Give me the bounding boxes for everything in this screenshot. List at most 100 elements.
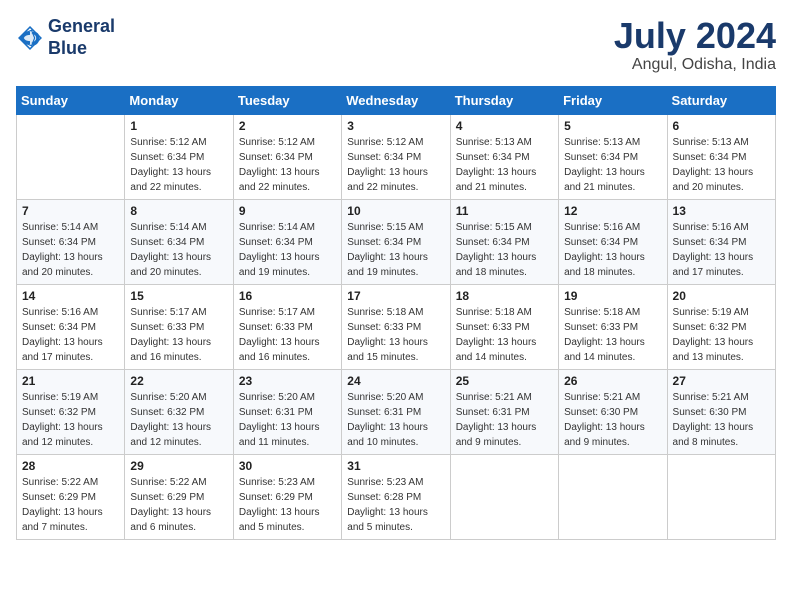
day-info: Sunrise: 5:18 AMSunset: 6:33 PMDaylight:…	[456, 305, 553, 365]
week-row-3: 14 Sunrise: 5:16 AMSunset: 6:34 PMDayligh…	[17, 284, 776, 369]
day-number: 16	[239, 289, 336, 303]
day-number: 8	[130, 204, 227, 218]
calendar-cell: 7 Sunrise: 5:14 AMSunset: 6:34 PMDaylight…	[17, 199, 125, 284]
day-number: 19	[564, 289, 661, 303]
calendar-cell	[17, 114, 125, 199]
day-number: 30	[239, 459, 336, 473]
day-number: 12	[564, 204, 661, 218]
calendar-cell: 16Sunrise: 5:17 AMSunset: 6:33 PMDayligh…	[233, 284, 341, 369]
day-info: Sunrise: 5:16 AMSunset: 6:34 PMDaylight:…	[22, 305, 119, 365]
day-info: Sunrise: 5:13 AMSunset: 6:34 PMDaylight:…	[564, 135, 661, 195]
calendar-cell	[667, 454, 775, 539]
calendar-cell: 29 Sunrise: 5:22 AMSunset: 6:29 PMDayligh…	[125, 454, 233, 539]
day-number: 10	[347, 204, 444, 218]
header-day-saturday: Saturday	[667, 86, 775, 114]
calendar-cell: 11Sunrise: 5:15 AMSunset: 6:34 PMDayligh…	[450, 199, 558, 284]
day-number: 14	[22, 289, 119, 303]
day-info: Sunrise: 5:15 AMSunset: 6:34 PMDaylight:…	[347, 220, 444, 280]
day-info: Sunrise: 5:22 AMSunset: 6:29 PMDaylight:…	[22, 475, 119, 535]
calendar-cell: 13Sunrise: 5:16 AMSunset: 6:34 PMDayligh…	[667, 199, 775, 284]
logo: General Blue	[16, 16, 115, 59]
day-number: 24	[347, 374, 444, 388]
day-number: 20	[673, 289, 770, 303]
day-info: Sunrise: 5:23 AMSunset: 6:29 PMDaylight:…	[239, 475, 336, 535]
calendar-cell: 12 Sunrise: 5:16 AMSunset: 6:34 PMDayligh…	[559, 199, 667, 284]
header-day-thursday: Thursday	[450, 86, 558, 114]
title-block: July 2024 Angul, Odisha, India	[614, 16, 776, 74]
day-info: Sunrise: 5:16 AMSunset: 6:34 PMDaylight:…	[564, 220, 661, 280]
day-number: 3	[347, 119, 444, 133]
day-number: 22	[130, 374, 227, 388]
logo-line2: Blue	[48, 38, 115, 60]
day-info: Sunrise: 5:14 AMSunset: 6:34 PMDaylight:…	[130, 220, 227, 280]
calendar-cell: 30 Sunrise: 5:23 AMSunset: 6:29 PMDayligh…	[233, 454, 341, 539]
day-info: Sunrise: 5:18 AMSunset: 6:33 PMDaylight:…	[564, 305, 661, 365]
day-info: Sunrise: 5:12 AMSunset: 6:34 PMDaylight:…	[347, 135, 444, 195]
calendar-cell: 28 Sunrise: 5:22 AMSunset: 6:29 PMDayligh…	[17, 454, 125, 539]
day-number: 11	[456, 204, 553, 218]
calendar-table: SundayMondayTuesdayWednesdayThursdayFrid…	[16, 86, 776, 540]
calendar-cell: 6 Sunrise: 5:13 AMSunset: 6:34 PMDaylight…	[667, 114, 775, 199]
calendar-cell: 2 Sunrise: 5:12 AMSunset: 6:34 PMDaylight…	[233, 114, 341, 199]
calendar-cell: 3 Sunrise: 5:12 AMSunset: 6:34 PMDaylight…	[342, 114, 450, 199]
page: General Blue July 2024 Angul, Odisha, In…	[0, 0, 792, 612]
day-number: 18	[456, 289, 553, 303]
day-info: Sunrise: 5:12 AMSunset: 6:34 PMDaylight:…	[239, 135, 336, 195]
day-number: 2	[239, 119, 336, 133]
calendar-cell: 1 Sunrise: 5:12 AMSunset: 6:34 PMDaylight…	[125, 114, 233, 199]
calendar-cell: 5 Sunrise: 5:13 AMSunset: 6:34 PMDaylight…	[559, 114, 667, 199]
day-info: Sunrise: 5:20 AMSunset: 6:32 PMDaylight:…	[130, 390, 227, 450]
day-info: Sunrise: 5:14 AMSunset: 6:34 PMDaylight:…	[22, 220, 119, 280]
day-info: Sunrise: 5:12 AMSunset: 6:34 PMDaylight:…	[130, 135, 227, 195]
day-info: Sunrise: 5:19 AMSunset: 6:32 PMDaylight:…	[22, 390, 119, 450]
day-number: 25	[456, 374, 553, 388]
day-number: 5	[564, 119, 661, 133]
logo-icon	[16, 24, 44, 52]
day-info: Sunrise: 5:17 AMSunset: 6:33 PMDaylight:…	[130, 305, 227, 365]
day-info: Sunrise: 5:22 AMSunset: 6:29 PMDaylight:…	[130, 475, 227, 535]
week-row-5: 28 Sunrise: 5:22 AMSunset: 6:29 PMDayligh…	[17, 454, 776, 539]
logo-line1: General	[48, 16, 115, 38]
main-title: July 2024	[614, 16, 776, 56]
day-number: 13	[673, 204, 770, 218]
week-row-1: 1 Sunrise: 5:12 AMSunset: 6:34 PMDaylight…	[17, 114, 776, 199]
day-number: 4	[456, 119, 553, 133]
calendar-cell: 25Sunrise: 5:21 AMSunset: 6:31 PMDayligh…	[450, 369, 558, 454]
day-number: 6	[673, 119, 770, 133]
subtitle: Angul, Odisha, India	[614, 56, 776, 74]
calendar-cell: 19 Sunrise: 5:18 AMSunset: 6:33 PMDayligh…	[559, 284, 667, 369]
day-number: 1	[130, 119, 227, 133]
calendar-cell: 4Sunrise: 5:13 AMSunset: 6:34 PMDaylight…	[450, 114, 558, 199]
day-number: 28	[22, 459, 119, 473]
day-number: 29	[130, 459, 227, 473]
day-number: 15	[130, 289, 227, 303]
header-day-friday: Friday	[559, 86, 667, 114]
header: General Blue July 2024 Angul, Odisha, In…	[16, 16, 776, 74]
calendar-cell	[450, 454, 558, 539]
day-info: Sunrise: 5:21 AMSunset: 6:30 PMDaylight:…	[564, 390, 661, 450]
day-number: 23	[239, 374, 336, 388]
day-info: Sunrise: 5:19 AMSunset: 6:32 PMDaylight:…	[673, 305, 770, 365]
calendar-cell: 10 Sunrise: 5:15 AMSunset: 6:34 PMDayligh…	[342, 199, 450, 284]
calendar-cell: 18 Sunrise: 5:18 AMSunset: 6:33 PMDayligh…	[450, 284, 558, 369]
day-number: 31	[347, 459, 444, 473]
day-info: Sunrise: 5:20 AMSunset: 6:31 PMDaylight:…	[347, 390, 444, 450]
day-info: Sunrise: 5:20 AMSunset: 6:31 PMDaylight:…	[239, 390, 336, 450]
calendar-cell: 31Sunrise: 5:23 AMSunset: 6:28 PMDayligh…	[342, 454, 450, 539]
calendar-cell: 20 Sunrise: 5:19 AMSunset: 6:32 PMDayligh…	[667, 284, 775, 369]
calendar-cell: 8 Sunrise: 5:14 AMSunset: 6:34 PMDaylight…	[125, 199, 233, 284]
day-number: 7	[22, 204, 119, 218]
day-info: Sunrise: 5:13 AMSunset: 6:34 PMDaylight:…	[673, 135, 770, 195]
calendar-cell: 22 Sunrise: 5:20 AMSunset: 6:32 PMDayligh…	[125, 369, 233, 454]
header-day-tuesday: Tuesday	[233, 86, 341, 114]
week-row-2: 7 Sunrise: 5:14 AMSunset: 6:34 PMDaylight…	[17, 199, 776, 284]
calendar-cell: 27Sunrise: 5:21 AMSunset: 6:30 PMDayligh…	[667, 369, 775, 454]
header-day-sunday: Sunday	[17, 86, 125, 114]
calendar-cell: 15 Sunrise: 5:17 AMSunset: 6:33 PMDayligh…	[125, 284, 233, 369]
day-info: Sunrise: 5:18 AMSunset: 6:33 PMDaylight:…	[347, 305, 444, 365]
calendar-cell: 23 Sunrise: 5:20 AMSunset: 6:31 PMDayligh…	[233, 369, 341, 454]
day-info: Sunrise: 5:21 AMSunset: 6:30 PMDaylight:…	[673, 390, 770, 450]
day-number: 26	[564, 374, 661, 388]
calendar-cell: 9Sunrise: 5:14 AMSunset: 6:34 PMDaylight…	[233, 199, 341, 284]
calendar-cell	[559, 454, 667, 539]
